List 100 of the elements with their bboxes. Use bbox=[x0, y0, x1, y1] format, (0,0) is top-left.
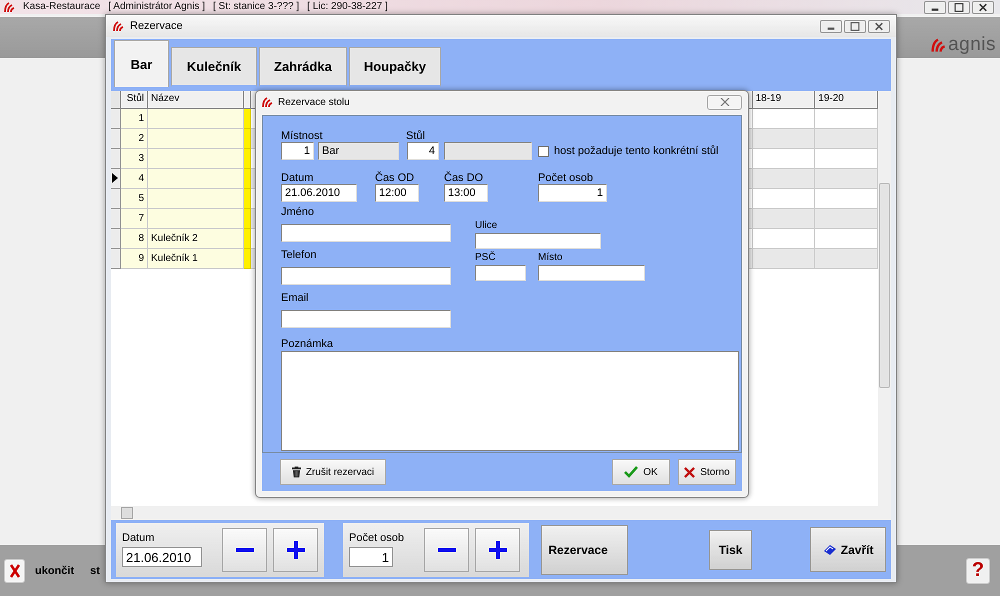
user-info: [ Administrátor Agnis ] bbox=[108, 1, 205, 13]
date-label: Datum bbox=[281, 172, 314, 184]
phone-field[interactable] bbox=[281, 267, 451, 285]
help-button[interactable]: ? bbox=[966, 558, 990, 584]
license-info: [ Lic: 290-38-227 ] bbox=[307, 1, 388, 13]
column-header: 19-20 bbox=[815, 91, 878, 109]
window-title: Rezervace bbox=[130, 20, 183, 32]
table-cell: 2 bbox=[121, 129, 148, 149]
logo-icon bbox=[112, 20, 124, 32]
close-button[interactable] bbox=[707, 94, 742, 110]
minus-icon bbox=[236, 548, 254, 552]
time-slot-cell[interactable] bbox=[752, 229, 816, 249]
logo-icon bbox=[261, 96, 273, 108]
time-slot-cell[interactable] bbox=[815, 229, 878, 249]
cancel-button[interactable]: Storno bbox=[678, 459, 736, 485]
time-slot-cell[interactable] bbox=[752, 169, 816, 189]
table-name-field[interactable] bbox=[444, 142, 532, 160]
station-info: [ St: stanice 3-??? ] bbox=[212, 1, 300, 13]
exit-label[interactable]: ukončit bbox=[35, 564, 74, 576]
close-icon[interactable] bbox=[972, 0, 994, 14]
table-label: Stůl bbox=[406, 130, 425, 142]
city-field[interactable] bbox=[538, 265, 645, 281]
print-button[interactable]: Tisk bbox=[708, 530, 752, 570]
phone-label: Telefon bbox=[281, 249, 318, 261]
time-slot-cell[interactable] bbox=[815, 169, 878, 189]
reservation-button[interactable]: Rezervace bbox=[541, 524, 628, 574]
row-indicator[interactable] bbox=[111, 169, 121, 189]
note-field[interactable] bbox=[281, 351, 739, 451]
persons-field[interactable]: 1 bbox=[349, 547, 393, 567]
city-label: Místo bbox=[538, 252, 562, 263]
increase-button[interactable] bbox=[273, 528, 318, 572]
column-header: 18-19 bbox=[752, 91, 816, 109]
time-slot-cell[interactable] bbox=[815, 209, 878, 229]
logo-icon bbox=[930, 37, 946, 53]
table-cell: 3 bbox=[121, 149, 148, 169]
time-slot-cell[interactable] bbox=[752, 109, 816, 129]
tables-label[interactable]: st bbox=[90, 564, 100, 576]
date-label: Datum bbox=[122, 532, 156, 544]
ok-button[interactable]: OK bbox=[612, 459, 670, 485]
table-cell: 8 bbox=[121, 229, 148, 249]
date-field[interactable]: 21.06.2010 bbox=[281, 184, 357, 202]
close-icon bbox=[8, 562, 20, 578]
minimize-icon[interactable] bbox=[924, 0, 946, 14]
time-slot-cell[interactable] bbox=[815, 149, 878, 169]
zip-label: PSČ bbox=[475, 252, 497, 263]
trash-icon bbox=[292, 466, 301, 478]
time-slot-cell[interactable] bbox=[815, 249, 878, 269]
exit-button[interactable] bbox=[4, 558, 25, 582]
street-field[interactable] bbox=[475, 233, 601, 249]
street-label: Ulice bbox=[475, 220, 498, 231]
table-cell: 5 bbox=[121, 189, 148, 209]
time-slot-cell[interactable] bbox=[815, 109, 878, 129]
checkbox[interactable] bbox=[538, 146, 549, 156]
persons-label: Počet osob bbox=[349, 532, 404, 544]
name-field[interactable] bbox=[281, 224, 451, 242]
time-slot-cell[interactable] bbox=[752, 249, 816, 269]
room-tab[interactable]: Houpačky bbox=[348, 47, 441, 87]
zip-field[interactable] bbox=[475, 265, 526, 281]
email-field[interactable] bbox=[281, 310, 451, 328]
table-cell: 7 bbox=[121, 209, 148, 229]
persons-field[interactable]: 1 bbox=[538, 184, 607, 202]
room-number-field[interactable]: 1 bbox=[281, 142, 314, 160]
current-row-icon bbox=[112, 173, 118, 183]
email-label: Email bbox=[281, 292, 310, 304]
plus-icon bbox=[286, 540, 306, 560]
column-header: Název bbox=[148, 91, 244, 109]
time-slot-cell[interactable] bbox=[752, 209, 816, 229]
room-tab[interactable]: Kulečník bbox=[171, 47, 257, 87]
vertical-scrollbar[interactable] bbox=[878, 91, 891, 506]
time-slot-cell[interactable] bbox=[815, 129, 878, 149]
time-slot-cell[interactable] bbox=[752, 149, 816, 169]
time-to-field[interactable]: 13:00 bbox=[444, 184, 488, 202]
checkmark-icon bbox=[624, 466, 638, 478]
cancel-reservation-button[interactable]: Zrušit rezervaci bbox=[280, 459, 386, 485]
decrease-button[interactable] bbox=[222, 528, 267, 572]
increase-button[interactable] bbox=[475, 528, 520, 572]
table-cell: 1 bbox=[121, 109, 148, 129]
decrease-button[interactable] bbox=[424, 528, 470, 572]
minus-icon bbox=[438, 548, 456, 552]
minimize-icon[interactable] bbox=[820, 20, 842, 32]
checkbox-label[interactable]: host požaduje tento konkrétní stůl bbox=[554, 145, 718, 157]
room-tab[interactable]: Bar bbox=[114, 40, 169, 87]
time-slot-cell[interactable] bbox=[752, 189, 816, 209]
time-slot-cell[interactable] bbox=[752, 129, 816, 149]
maximize-icon[interactable] bbox=[844, 20, 866, 32]
close-icon[interactable] bbox=[868, 20, 890, 32]
close-button[interactable]: Zavřít bbox=[810, 527, 886, 572]
cross-icon bbox=[684, 466, 696, 478]
room-name-field[interactable]: Bar bbox=[318, 142, 399, 160]
eraser-icon bbox=[822, 544, 837, 556]
app-title: Kasa-Restaurace bbox=[23, 1, 100, 13]
room-tab[interactable]: Zahrádka bbox=[259, 47, 347, 87]
maximize-icon[interactable] bbox=[948, 0, 970, 14]
time-from-field[interactable]: 12:00 bbox=[375, 184, 419, 202]
date-field[interactable]: 21.06.2010 bbox=[122, 547, 202, 567]
time-slot-cell[interactable] bbox=[815, 189, 878, 209]
horizontal-scrollbar[interactable] bbox=[111, 506, 891, 520]
table-number-field[interactable]: 4 bbox=[407, 142, 439, 160]
name-label: Jméno bbox=[281, 206, 316, 218]
room-label: Místnost bbox=[281, 130, 324, 142]
